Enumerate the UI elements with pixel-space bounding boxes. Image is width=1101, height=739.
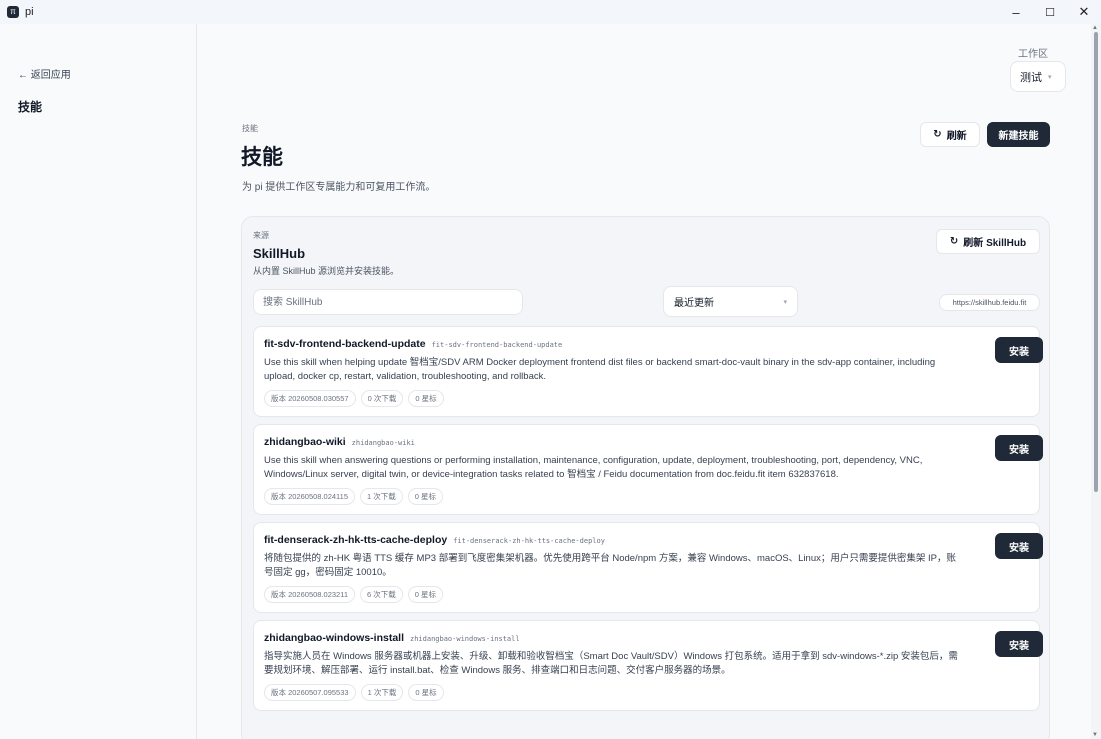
version-badge: 版本 20260508.030557 <box>264 390 356 407</box>
skillhub-search-input[interactable] <box>253 289 523 315</box>
skill-description: Use this skill when helping update 智档宝/S… <box>264 357 936 382</box>
close-button[interactable]: ✕ <box>1067 0 1101 24</box>
skill-slug: fit-sdv-frontend-backend-update <box>431 341 563 349</box>
install-button[interactable]: 安装 <box>995 631 1043 657</box>
stars-badge: 0 星标 <box>408 684 444 701</box>
skill-description: 将随包提供的 zh-HK 粤语 TTS 缓存 MP3 部署到飞度密集架机器。优先… <box>264 553 956 578</box>
window-title: pi <box>25 6 34 18</box>
skill-slug: zhidangbao-wiki <box>351 439 415 447</box>
skill-card: zhidangbao-windows-install zhidangbao-wi… <box>253 620 1043 711</box>
workspace-value: 测试 <box>1020 71 1042 84</box>
scroll-thumb[interactable] <box>1094 32 1098 492</box>
chevron-down-icon: ▾ <box>1048 73 1052 81</box>
breadcrumb: 技能 <box>242 124 258 133</box>
install-button[interactable]: 安装 <box>995 435 1043 461</box>
scroll-down-icon[interactable]: ▼ <box>1092 732 1098 738</box>
skill-name: fit-sdv-frontend-backend-update <box>264 338 426 350</box>
refresh-icon: ↻ <box>933 129 942 140</box>
refresh-button-label: 刷新 <box>946 131 967 142</box>
skill-name: fit-denserack-zh-hk-tts-cache-deploy <box>264 534 448 546</box>
version-badge: 版本 20260508.024115 <box>264 488 356 505</box>
page-title: 技能 <box>241 146 283 169</box>
skill-slug: zhidangbao-windows-install <box>410 635 520 643</box>
new-skill-button[interactable]: 新建技能 <box>987 122 1050 147</box>
app-logo-icon: π <box>7 6 19 18</box>
install-button[interactable]: 安装 <box>995 533 1043 559</box>
stars-badge: 0 星标 <box>407 488 444 505</box>
skill-description: Use this skill when answering questions … <box>264 455 923 480</box>
skill-name: zhidangbao-wiki <box>264 436 346 448</box>
page-description: 为 pi 提供工作区专属能力和可复用工作流。 <box>242 182 436 193</box>
refresh-skillhub-label: 刷新 SkillHub <box>963 238 1027 249</box>
skill-description: 指导实施人员在 Windows 服务器或机器上安装、升级、卸载和验收智档宝（Sm… <box>264 651 958 676</box>
scroll-up-icon[interactable]: ▲ <box>1092 25 1098 31</box>
stars-badge: 0 星标 <box>407 586 444 603</box>
minimize-button[interactable]: – <box>999 0 1033 24</box>
stars-badge: 0 星标 <box>408 390 444 407</box>
sort-value: 最近更新 <box>674 298 714 309</box>
source-description: 从内置 SkillHub 源浏览并安装技能。 <box>253 266 400 276</box>
refresh-icon: ↻ <box>949 236 959 247</box>
source-url-badge: https://skillhub.feidu.fit <box>939 294 1040 311</box>
source-label: 来源 <box>253 231 269 240</box>
skill-list: fit-sdv-frontend-backend-update fit-sdv-… <box>253 326 1043 718</box>
source-title: SkillHub <box>253 246 306 261</box>
version-badge: 版本 20260507.095533 <box>264 684 356 701</box>
skill-card: fit-sdv-frontend-backend-update fit-sdv-… <box>253 326 1043 417</box>
chevron-down-icon: ▾ <box>783 298 787 306</box>
main-content: 工作区 测试 ▾ 技能 技能 为 pi 提供工作区专属能力和可复用工作流。 ↻ … <box>198 24 1091 739</box>
sidebar-item-skills[interactable]: 技能 <box>18 98 42 115</box>
skill-name: zhidangbao-windows-install <box>264 632 404 644</box>
skill-card: fit-denserack-zh-hk-tts-cache-deploy fit… <box>253 522 1043 613</box>
maximize-button[interactable]: ☐ <box>1033 0 1067 24</box>
back-to-app-link[interactable]: ← 返回应用 <box>18 66 71 81</box>
title-bar: π pi – ☐ ✕ <box>0 0 1101 24</box>
sidebar: ← 返回应用 技能 <box>0 24 197 739</box>
skill-card: zhidangbao-wiki zhidangbao-wiki Use this… <box>253 424 1043 515</box>
refresh-skillhub-button[interactable]: ↻ 刷新 SkillHub <box>936 229 1040 254</box>
install-button[interactable]: 安装 <box>995 337 1043 363</box>
downloads-badge: 0 次下载 <box>360 390 404 407</box>
skill-slug: fit-denserack-zh-hk-tts-cache-deploy <box>453 537 605 545</box>
workspace-select[interactable]: 测试 ▾ <box>1010 61 1066 92</box>
downloads-badge: 1 次下载 <box>360 488 403 505</box>
sort-select[interactable]: 最近更新 ▾ <box>663 286 798 317</box>
version-badge: 版本 20260508.023211 <box>264 586 356 603</box>
workspace-label: 工作区 <box>1018 49 1048 60</box>
refresh-button[interactable]: ↻ 刷新 <box>920 122 980 147</box>
scrollbar[interactable]: ▲ ▼ <box>1091 24 1101 739</box>
downloads-badge: 1 次下载 <box>360 684 404 701</box>
downloads-badge: 6 次下载 <box>360 586 403 603</box>
app-window: π pi – ☐ ✕ ← 返回应用 技能 工作区 测试 ▾ 技能 技能 为 pi… <box>0 0 1101 739</box>
skillhub-source-panel: 来源 SkillHub 从内置 SkillHub 源浏览并安装技能。 ↻ 刷新 … <box>241 216 1050 739</box>
